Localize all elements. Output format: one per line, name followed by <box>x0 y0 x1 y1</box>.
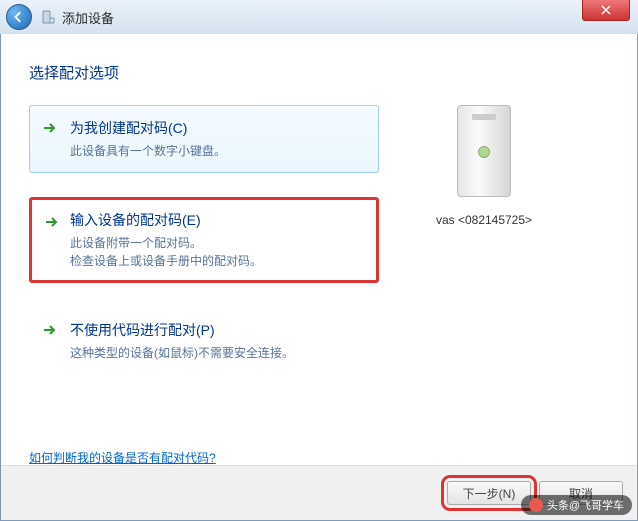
window-title: 添加设备 <box>62 8 114 27</box>
option-title: 输入设备的配对码(E) <box>70 210 366 230</box>
arrow-right-icon <box>42 322 58 338</box>
device-preview: vas <082145725> <box>409 105 559 466</box>
titlebar: 添加设备 <box>0 0 638 35</box>
dialog-window: 添加设备 选择配对选项 为我创建配对码(C) 此设备具有一个数字小键盘。 <box>0 0 638 521</box>
help-link[interactable]: 如何判断我的设备是否有配对代码? <box>29 449 216 466</box>
page-heading: 选择配对选项 <box>29 62 609 83</box>
close-icon <box>601 5 611 15</box>
options-area: 为我创建配对码(C) 此设备具有一个数字小键盘。 输入设备的配对码(E) 此设备… <box>29 105 609 466</box>
arrow-left-icon <box>13 11 25 23</box>
arrow-right-icon <box>44 214 60 230</box>
watermark-text: 头条@飞哥学车 <box>547 497 624 513</box>
option-desc: 此设备附带一个配对码。 <box>70 234 366 252</box>
watermark: 头条@飞哥学车 <box>521 495 632 515</box>
option-desc: 此设备具有一个数字小键盘。 <box>70 142 366 160</box>
option-no-code[interactable]: 不使用代码进行配对(P) 这种类型的设备(如鼠标)不需要安全连接。 <box>29 307 379 375</box>
device-image <box>444 105 524 205</box>
option-title: 不使用代码进行配对(P) <box>70 320 366 340</box>
computer-tower-icon <box>457 105 511 197</box>
option-title: 为我创建配对码(C) <box>70 118 366 138</box>
back-button[interactable] <box>6 4 32 30</box>
option-desc: 这种类型的设备(如鼠标)不需要安全连接。 <box>70 344 366 362</box>
option-desc: 检查设备上或设备手册中的配对码。 <box>70 252 366 270</box>
options-column: 为我创建配对码(C) 此设备具有一个数字小键盘。 输入设备的配对码(E) 此设备… <box>29 105 379 466</box>
avatar <box>529 498 543 512</box>
option-create-code[interactable]: 为我创建配对码(C) 此设备具有一个数字小键盘。 <box>29 105 379 173</box>
arrow-right-icon <box>42 120 58 136</box>
device-icon <box>40 9 56 25</box>
next-button[interactable]: 下一步(N) <box>447 481 531 505</box>
close-button[interactable] <box>582 0 630 21</box>
content-area: 选择配对选项 为我创建配对码(C) 此设备具有一个数字小键盘。 输入设备的配对码… <box>0 34 638 521</box>
device-label: vas <082145725> <box>409 213 559 227</box>
option-enter-code[interactable]: 输入设备的配对码(E) 此设备附带一个配对码。 检查设备上或设备手册中的配对码。 <box>29 197 379 283</box>
